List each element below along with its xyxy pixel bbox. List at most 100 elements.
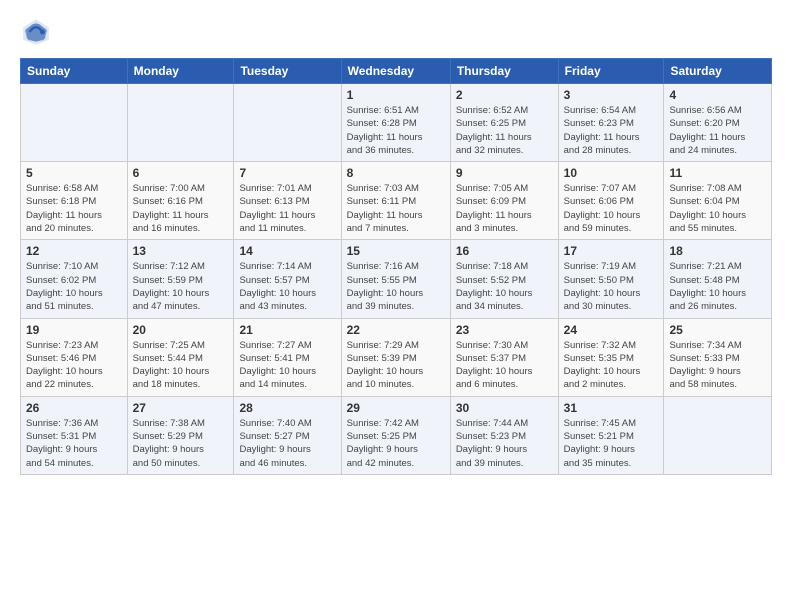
day-number: 13	[133, 244, 229, 258]
day-number: 8	[347, 166, 445, 180]
calendar-week-row: 12 Sunrise: 7:10 AM Sunset: 6:02 PM Dayli…	[21, 240, 772, 318]
calendar-cell: 22Sunrise: 7:29 AM Sunset: 5:39 PM Dayli…	[341, 318, 450, 396]
calendar-cell: 29 Sunrise: 7:42 AM Sunset: 5:25 PM Dayli…	[341, 396, 450, 474]
calendar-cell: 17 Sunrise: 7:19 AM Sunset: 5:50 PM Dayli…	[558, 240, 664, 318]
calendar-week-row: 1Sunrise: 6:51 AM Sunset: 6:28 PM Daylig…	[21, 84, 772, 162]
day-info: Sunrise: 6:58 AM Sunset: 6:18 PM Dayligh…	[26, 182, 122, 235]
day-number: 31	[564, 401, 659, 415]
calendar-cell: 21 Sunrise: 7:27 AM Sunset: 5:41 PM Dayli…	[234, 318, 341, 396]
calendar-cell: 19 Sunrise: 7:23 AM Sunset: 5:46 PM Dayli…	[21, 318, 128, 396]
day-number: 14	[239, 244, 335, 258]
day-number: 23	[456, 323, 553, 337]
day-number: 10	[564, 166, 659, 180]
day-number: 9	[456, 166, 553, 180]
calendar-cell: 27Sunrise: 7:38 AM Sunset: 5:29 PM Dayli…	[127, 396, 234, 474]
calendar-cell: 16 Sunrise: 7:18 AM Sunset: 5:52 PM Dayli…	[450, 240, 558, 318]
day-info: Sunrise: 7:32 AM Sunset: 5:35 PM Dayligh…	[564, 339, 659, 392]
day-number: 12	[26, 244, 122, 258]
logo-icon	[20, 16, 52, 48]
day-info: Sunrise: 7:36 AM Sunset: 5:31 PM Dayligh…	[26, 417, 122, 470]
calendar-cell: 9 Sunrise: 7:05 AM Sunset: 6:09 PM Daylig…	[450, 162, 558, 240]
calendar-week-row: 26Sunrise: 7:36 AM Sunset: 5:31 PM Dayli…	[21, 396, 772, 474]
calendar-cell	[664, 396, 772, 474]
day-info: Sunrise: 7:30 AM Sunset: 5:37 PM Dayligh…	[456, 339, 553, 392]
day-info: Sunrise: 7:27 AM Sunset: 5:41 PM Dayligh…	[239, 339, 335, 392]
day-number: 6	[133, 166, 229, 180]
calendar-cell	[127, 84, 234, 162]
day-info: Sunrise: 7:29 AM Sunset: 5:39 PM Dayligh…	[347, 339, 445, 392]
day-info: Sunrise: 7:40 AM Sunset: 5:27 PM Dayligh…	[239, 417, 335, 470]
calendar-cell: 24 Sunrise: 7:32 AM Sunset: 5:35 PM Dayli…	[558, 318, 664, 396]
day-info: Sunrise: 7:44 AM Sunset: 5:23 PM Dayligh…	[456, 417, 553, 470]
calendar-cell: 14 Sunrise: 7:14 AM Sunset: 5:57 PM Dayli…	[234, 240, 341, 318]
calendar-cell: 23 Sunrise: 7:30 AM Sunset: 5:37 PM Dayli…	[450, 318, 558, 396]
calendar-cell: 28Sunrise: 7:40 AM Sunset: 5:27 PM Dayli…	[234, 396, 341, 474]
day-number: 27	[133, 401, 229, 415]
calendar-cell: 1Sunrise: 6:51 AM Sunset: 6:28 PM Daylig…	[341, 84, 450, 162]
calendar-cell: 5 Sunrise: 6:58 AM Sunset: 6:18 PM Daylig…	[21, 162, 128, 240]
day-info: Sunrise: 6:56 AM Sunset: 6:20 PM Dayligh…	[669, 104, 766, 157]
day-number: 3	[564, 88, 659, 102]
day-info: Sunrise: 7:42 AM Sunset: 5:25 PM Dayligh…	[347, 417, 445, 470]
calendar-cell: 13Sunrise: 7:12 AM Sunset: 5:59 PM Dayli…	[127, 240, 234, 318]
day-number: 7	[239, 166, 335, 180]
logo	[20, 16, 56, 48]
calendar-week-row: 19 Sunrise: 7:23 AM Sunset: 5:46 PM Dayli…	[21, 318, 772, 396]
day-number: 2	[456, 88, 553, 102]
day-info: Sunrise: 7:08 AM Sunset: 6:04 PM Dayligh…	[669, 182, 766, 235]
calendar-cell: 3 Sunrise: 6:54 AM Sunset: 6:23 PM Daylig…	[558, 84, 664, 162]
weekday-header-sunday: Sunday	[21, 59, 128, 84]
day-info: Sunrise: 7:25 AM Sunset: 5:44 PM Dayligh…	[133, 339, 229, 392]
calendar-cell: 12 Sunrise: 7:10 AM Sunset: 6:02 PM Dayli…	[21, 240, 128, 318]
day-number: 29	[347, 401, 445, 415]
day-info: Sunrise: 7:01 AM Sunset: 6:13 PM Dayligh…	[239, 182, 335, 235]
day-info: Sunrise: 7:23 AM Sunset: 5:46 PM Dayligh…	[26, 339, 122, 392]
day-number: 5	[26, 166, 122, 180]
day-info: Sunrise: 6:52 AM Sunset: 6:25 PM Dayligh…	[456, 104, 553, 157]
day-info: Sunrise: 7:05 AM Sunset: 6:09 PM Dayligh…	[456, 182, 553, 235]
calendar-cell: 8 Sunrise: 7:03 AM Sunset: 6:11 PM Daylig…	[341, 162, 450, 240]
calendar-cell: 10 Sunrise: 7:07 AM Sunset: 6:06 PM Dayli…	[558, 162, 664, 240]
calendar-cell	[21, 84, 128, 162]
day-number: 11	[669, 166, 766, 180]
calendar-cell: 25 Sunrise: 7:34 AM Sunset: 5:33 PM Dayli…	[664, 318, 772, 396]
weekday-header-friday: Friday	[558, 59, 664, 84]
day-number: 17	[564, 244, 659, 258]
calendar-cell: 31 Sunrise: 7:45 AM Sunset: 5:21 PM Dayli…	[558, 396, 664, 474]
day-info: Sunrise: 7:10 AM Sunset: 6:02 PM Dayligh…	[26, 260, 122, 313]
calendar-cell: 26Sunrise: 7:36 AM Sunset: 5:31 PM Dayli…	[21, 396, 128, 474]
day-info: Sunrise: 6:54 AM Sunset: 6:23 PM Dayligh…	[564, 104, 659, 157]
weekday-header-saturday: Saturday	[664, 59, 772, 84]
day-number: 20	[133, 323, 229, 337]
day-info: Sunrise: 7:19 AM Sunset: 5:50 PM Dayligh…	[564, 260, 659, 313]
weekday-header-monday: Monday	[127, 59, 234, 84]
calendar-table: SundayMondayTuesdayWednesdayThursdayFrid…	[20, 58, 772, 475]
day-number: 24	[564, 323, 659, 337]
calendar-cell: 4Sunrise: 6:56 AM Sunset: 6:20 PM Daylig…	[664, 84, 772, 162]
calendar-cell: 2 Sunrise: 6:52 AM Sunset: 6:25 PM Daylig…	[450, 84, 558, 162]
day-info: Sunrise: 7:14 AM Sunset: 5:57 PM Dayligh…	[239, 260, 335, 313]
day-info: Sunrise: 7:21 AM Sunset: 5:48 PM Dayligh…	[669, 260, 766, 313]
day-info: Sunrise: 7:45 AM Sunset: 5:21 PM Dayligh…	[564, 417, 659, 470]
day-info: Sunrise: 7:07 AM Sunset: 6:06 PM Dayligh…	[564, 182, 659, 235]
calendar-cell: 7 Sunrise: 7:01 AM Sunset: 6:13 PM Daylig…	[234, 162, 341, 240]
calendar-week-row: 5 Sunrise: 6:58 AM Sunset: 6:18 PM Daylig…	[21, 162, 772, 240]
day-number: 19	[26, 323, 122, 337]
weekday-header-row: SundayMondayTuesdayWednesdayThursdayFrid…	[21, 59, 772, 84]
day-info: Sunrise: 6:51 AM Sunset: 6:28 PM Dayligh…	[347, 104, 445, 157]
day-info: Sunrise: 7:16 AM Sunset: 5:55 PM Dayligh…	[347, 260, 445, 313]
day-number: 16	[456, 244, 553, 258]
calendar-cell: 18Sunrise: 7:21 AM Sunset: 5:48 PM Dayli…	[664, 240, 772, 318]
calendar-cell: 30Sunrise: 7:44 AM Sunset: 5:23 PM Dayli…	[450, 396, 558, 474]
day-info: Sunrise: 7:34 AM Sunset: 5:33 PM Dayligh…	[669, 339, 766, 392]
day-number: 25	[669, 323, 766, 337]
day-number: 15	[347, 244, 445, 258]
day-number: 21	[239, 323, 335, 337]
day-info: Sunrise: 7:03 AM Sunset: 6:11 PM Dayligh…	[347, 182, 445, 235]
calendar-cell	[234, 84, 341, 162]
day-info: Sunrise: 7:00 AM Sunset: 6:16 PM Dayligh…	[133, 182, 229, 235]
day-info: Sunrise: 7:18 AM Sunset: 5:52 PM Dayligh…	[456, 260, 553, 313]
calendar-cell: 6 Sunrise: 7:00 AM Sunset: 6:16 PM Daylig…	[127, 162, 234, 240]
weekday-header-tuesday: Tuesday	[234, 59, 341, 84]
calendar-cell: 11 Sunrise: 7:08 AM Sunset: 6:04 PM Dayli…	[664, 162, 772, 240]
